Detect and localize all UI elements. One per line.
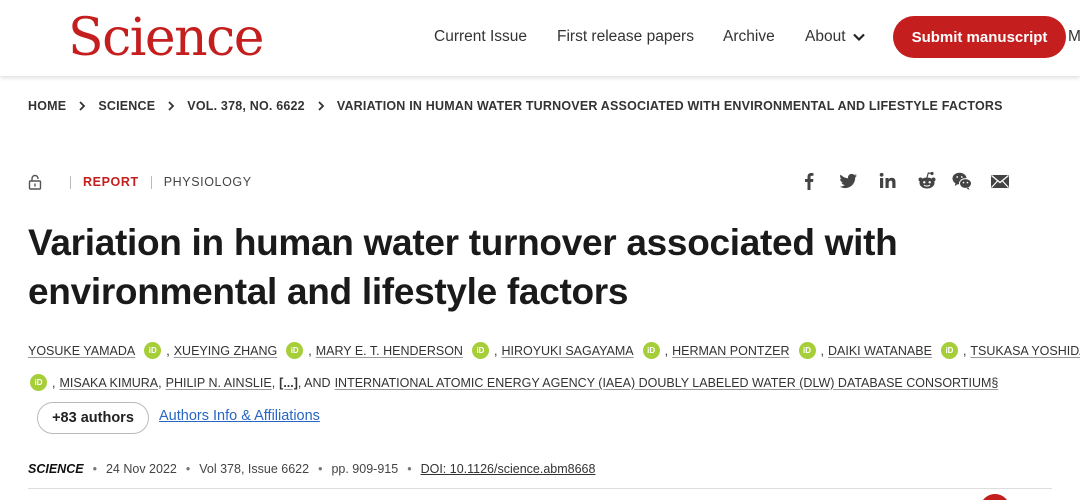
journal-name: SCIENCE — [28, 462, 84, 476]
divider — [28, 488, 1052, 489]
facebook-icon — [805, 173, 814, 190]
article-subject[interactable]: PHYSIOLOGY — [164, 175, 252, 189]
publication-date: 24 Nov 2022 — [105, 462, 177, 476]
breadcrumb-home[interactable]: HOME — [28, 99, 66, 113]
authors-line-2: iD , MISAKA KIMURA , PHILIP N. AINSLIE ,… — [28, 374, 998, 391]
authors-affiliations-link[interactable]: Authors Info & Affiliations — [159, 408, 320, 424]
separator-dot: • — [185, 462, 191, 476]
breadcrumb: HOME SCIENCE VOL. 378, NO. 6622 VARIATIO… — [28, 99, 1003, 113]
breadcrumb-article: VARIATION IN HUMAN WATER TURNOVER ASSOCI… — [336, 99, 1003, 113]
author-link[interactable]: DAIKI WATANABE — [828, 344, 932, 358]
orcid-icon[interactable]: iD — [798, 342, 816, 359]
article-title: Variation in human water turnover associ… — [28, 222, 898, 312]
author-link[interactable]: TSUKASA YOSHIDA — [970, 344, 1080, 358]
separator-dot: • — [318, 462, 323, 476]
author-link[interactable]: PHILIP N. AINSLIE — [166, 376, 272, 390]
chevron-down-icon — [852, 33, 865, 42]
author-link[interactable]: HERMAN PONTZER — [672, 344, 789, 358]
divider — [150, 175, 152, 189]
orcid-icon[interactable]: iD — [471, 342, 489, 359]
author-separator: , — [820, 343, 824, 358]
orcid-icon[interactable]: iD — [286, 342, 304, 359]
author-link[interactable]: YOSUKE YAMADA — [28, 344, 135, 358]
chevron-right-icon — [79, 101, 86, 111]
author-separator: , — [52, 375, 56, 390]
divider — [70, 175, 71, 189]
nav-truncated-item[interactable]: Ma — [1068, 28, 1080, 46]
email-icon — [991, 174, 1009, 188]
author-link[interactable]: HIROYUKI SAGAYAMA — [501, 344, 633, 358]
floating-action-button[interactable] — [980, 494, 1010, 500]
linkedin-icon — [879, 172, 896, 188]
publication-info: SCIENCE • 24 Nov 2022 • Vol 378, Issue 6… — [28, 462, 595, 476]
author-separator: , — [166, 343, 170, 358]
author-link[interactable]: MISAKA KIMURA — [59, 376, 158, 390]
author-separator: , — [493, 343, 498, 358]
article-type[interactable]: REPORT — [83, 175, 139, 189]
author-separator: , — [158, 375, 162, 390]
doi-link[interactable]: DOI: 10.1126/science.abm8668 — [421, 462, 596, 476]
share-reddit[interactable] — [916, 170, 938, 192]
more-authors-button[interactable]: +83 authors — [37, 402, 149, 434]
share-wechat[interactable] — [951, 170, 973, 192]
author-separator: , — [664, 343, 669, 358]
expand-authors-ellipsis[interactable]: [...] — [279, 376, 298, 390]
lock-icon — [28, 174, 42, 190]
share-twitter[interactable] — [837, 170, 859, 192]
authors-line-1: YOSUKE YAMADA iD , XUEYING ZHANG iD , MA… — [28, 342, 1080, 359]
orcid-icon[interactable]: iD — [144, 342, 162, 359]
consortium-link[interactable]: INTERNATIONAL ATOMIC ENERGY AGENCY (IAEA… — [335, 376, 999, 390]
nav-about-label: About — [805, 28, 846, 45]
share-linkedin[interactable] — [877, 170, 899, 192]
chevron-right-icon — [168, 101, 175, 111]
nav-current-issue[interactable]: Current Issue — [434, 28, 527, 46]
author-link[interactable]: MARY E. T. HENDERSON — [316, 344, 463, 358]
breadcrumb-volume[interactable]: VOL. 378, NO. 6622 — [187, 99, 305, 113]
top-navigation-bar: Science Current Issue First release pape… — [0, 0, 1080, 76]
author-separator: , AND — [297, 375, 331, 390]
orcid-icon[interactable]: iD — [642, 342, 660, 359]
science-logo[interactable]: Science — [68, 8, 265, 68]
separator-dot: • — [92, 462, 97, 476]
share-email[interactable] — [989, 170, 1011, 192]
volume-issue: Vol 378, Issue 6622 — [199, 462, 310, 476]
author-separator: , — [271, 375, 276, 390]
separator-dot: • — [407, 462, 412, 476]
author-link[interactable]: XUEYING ZHANG — [174, 344, 278, 358]
nav-first-release-papers[interactable]: First release papers — [557, 28, 694, 46]
orcid-icon[interactable]: iD — [30, 374, 47, 391]
page-range: pp. 909-915 — [331, 462, 399, 476]
twitter-icon — [839, 173, 857, 189]
reddit-icon — [918, 171, 936, 189]
breadcrumb-science[interactable]: SCIENCE — [98, 99, 155, 113]
nav-archive[interactable]: Archive — [723, 28, 775, 46]
chevron-right-icon — [318, 101, 325, 111]
submit-manuscript-button[interactable]: Submit manuscript — [893, 16, 1066, 58]
orcid-icon[interactable]: iD — [940, 342, 958, 359]
wechat-icon — [952, 172, 972, 190]
article-meta-row: REPORT PHYSIOLOGY — [28, 174, 252, 190]
nav-about[interactable]: About — [805, 28, 866, 46]
author-separator: , — [308, 343, 312, 358]
share-facebook[interactable] — [798, 170, 820, 192]
author-separator: , — [962, 343, 967, 358]
